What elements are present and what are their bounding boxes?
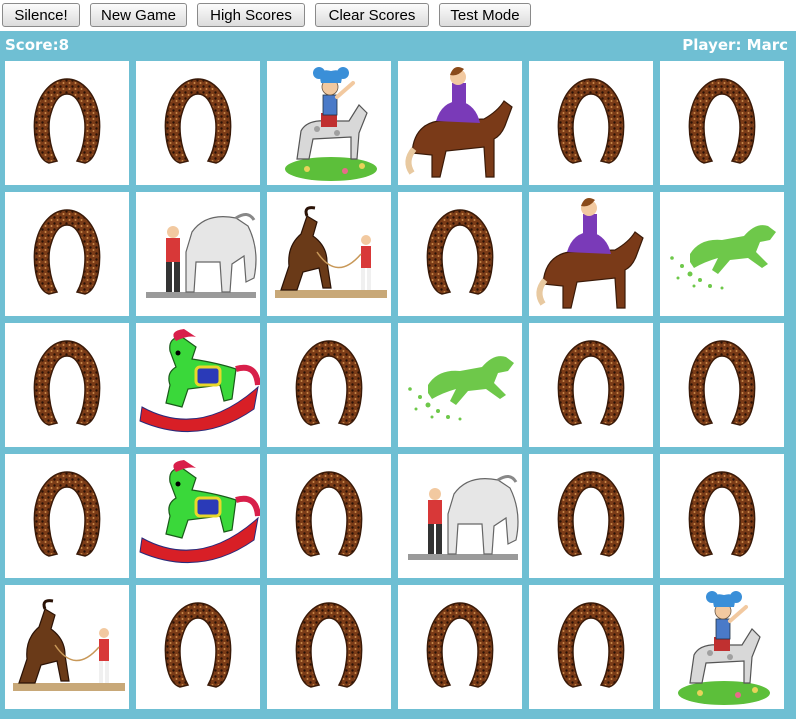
horseshoe-icon <box>295 471 363 557</box>
horseshoe-icon <box>557 340 625 426</box>
high-scores-button[interactable]: High Scores <box>197 3 305 27</box>
horseshoe-icon <box>295 340 363 426</box>
silence-button[interactable]: Silence! <box>2 3 80 27</box>
horseshoe-icon <box>33 78 101 164</box>
card-face-down[interactable] <box>136 585 260 709</box>
card-groom-with-gray-horse[interactable] <box>136 192 260 316</box>
card-face-down[interactable] <box>136 61 260 185</box>
horseshoe-icon <box>426 602 494 688</box>
girl-on-horse-icon <box>405 67 513 178</box>
card-girl-on-horse[interactable] <box>529 192 653 316</box>
card-green-galloping-horse[interactable] <box>398 323 522 447</box>
rocking-horse-icon <box>139 460 260 564</box>
card-grid <box>0 31 796 719</box>
card-face-down[interactable] <box>5 323 129 447</box>
boy-on-pony-icon <box>285 67 377 181</box>
horseshoe-icon <box>295 602 363 688</box>
rearing-horse-trainer-icon <box>13 599 125 691</box>
card-rocking-horse[interactable] <box>136 454 260 578</box>
card-face-down[interactable] <box>529 323 653 447</box>
card-face-down[interactable] <box>267 323 391 447</box>
card-face-down[interactable] <box>267 585 391 709</box>
horseshoe-icon <box>557 471 625 557</box>
card-face-down[interactable] <box>5 61 129 185</box>
horseshoe-icon <box>164 78 232 164</box>
card-rocking-horse[interactable] <box>136 323 260 447</box>
green-galloping-horse-icon <box>408 356 514 421</box>
card-boy-on-pony[interactable] <box>660 585 784 709</box>
horseshoe-icon <box>688 78 756 164</box>
boy-on-pony-icon <box>678 591 770 705</box>
card-groom-with-gray-horse[interactable] <box>398 454 522 578</box>
card-face-down[interactable] <box>529 61 653 185</box>
card-face-down[interactable] <box>5 454 129 578</box>
card-face-down[interactable] <box>398 192 522 316</box>
horseshoe-icon <box>688 471 756 557</box>
card-face-down[interactable] <box>5 192 129 316</box>
card-green-galloping-horse[interactable] <box>660 192 784 316</box>
horseshoe-icon <box>33 471 101 557</box>
card-face-down[interactable] <box>398 585 522 709</box>
horseshoe-icon <box>557 602 625 688</box>
card-rearing-horse-trainer[interactable] <box>5 585 129 709</box>
card-face-down[interactable] <box>660 323 784 447</box>
horseshoe-icon <box>557 78 625 164</box>
card-boy-on-pony[interactable] <box>267 61 391 185</box>
test-mode-button[interactable]: Test Mode <box>439 3 531 27</box>
horseshoe-icon <box>33 340 101 426</box>
new-game-button[interactable]: New Game <box>90 3 187 27</box>
horseshoe-icon <box>33 209 101 295</box>
rearing-horse-trainer-icon <box>275 206 387 298</box>
card-face-down[interactable] <box>529 585 653 709</box>
green-galloping-horse-icon <box>670 225 776 290</box>
card-face-down[interactable] <box>267 454 391 578</box>
horseshoe-icon <box>426 209 494 295</box>
card-girl-on-horse[interactable] <box>398 61 522 185</box>
card-rearing-horse-trainer[interactable] <box>267 192 391 316</box>
horseshoe-icon <box>688 340 756 426</box>
clear-scores-button[interactable]: Clear Scores <box>315 3 429 27</box>
horseshoe-icon <box>164 602 232 688</box>
groom-with-gray-horse-icon <box>146 213 257 298</box>
toolbar: Silence! New Game High Scores Clear Scor… <box>0 0 802 30</box>
card-face-down[interactable] <box>529 454 653 578</box>
card-face-down[interactable] <box>660 61 784 185</box>
game-board: Score:8 Player: Marc <box>0 31 796 719</box>
groom-with-gray-horse-icon <box>408 475 519 560</box>
rocking-horse-icon <box>139 329 260 433</box>
girl-on-horse-icon <box>536 198 644 309</box>
card-face-down[interactable] <box>660 454 784 578</box>
